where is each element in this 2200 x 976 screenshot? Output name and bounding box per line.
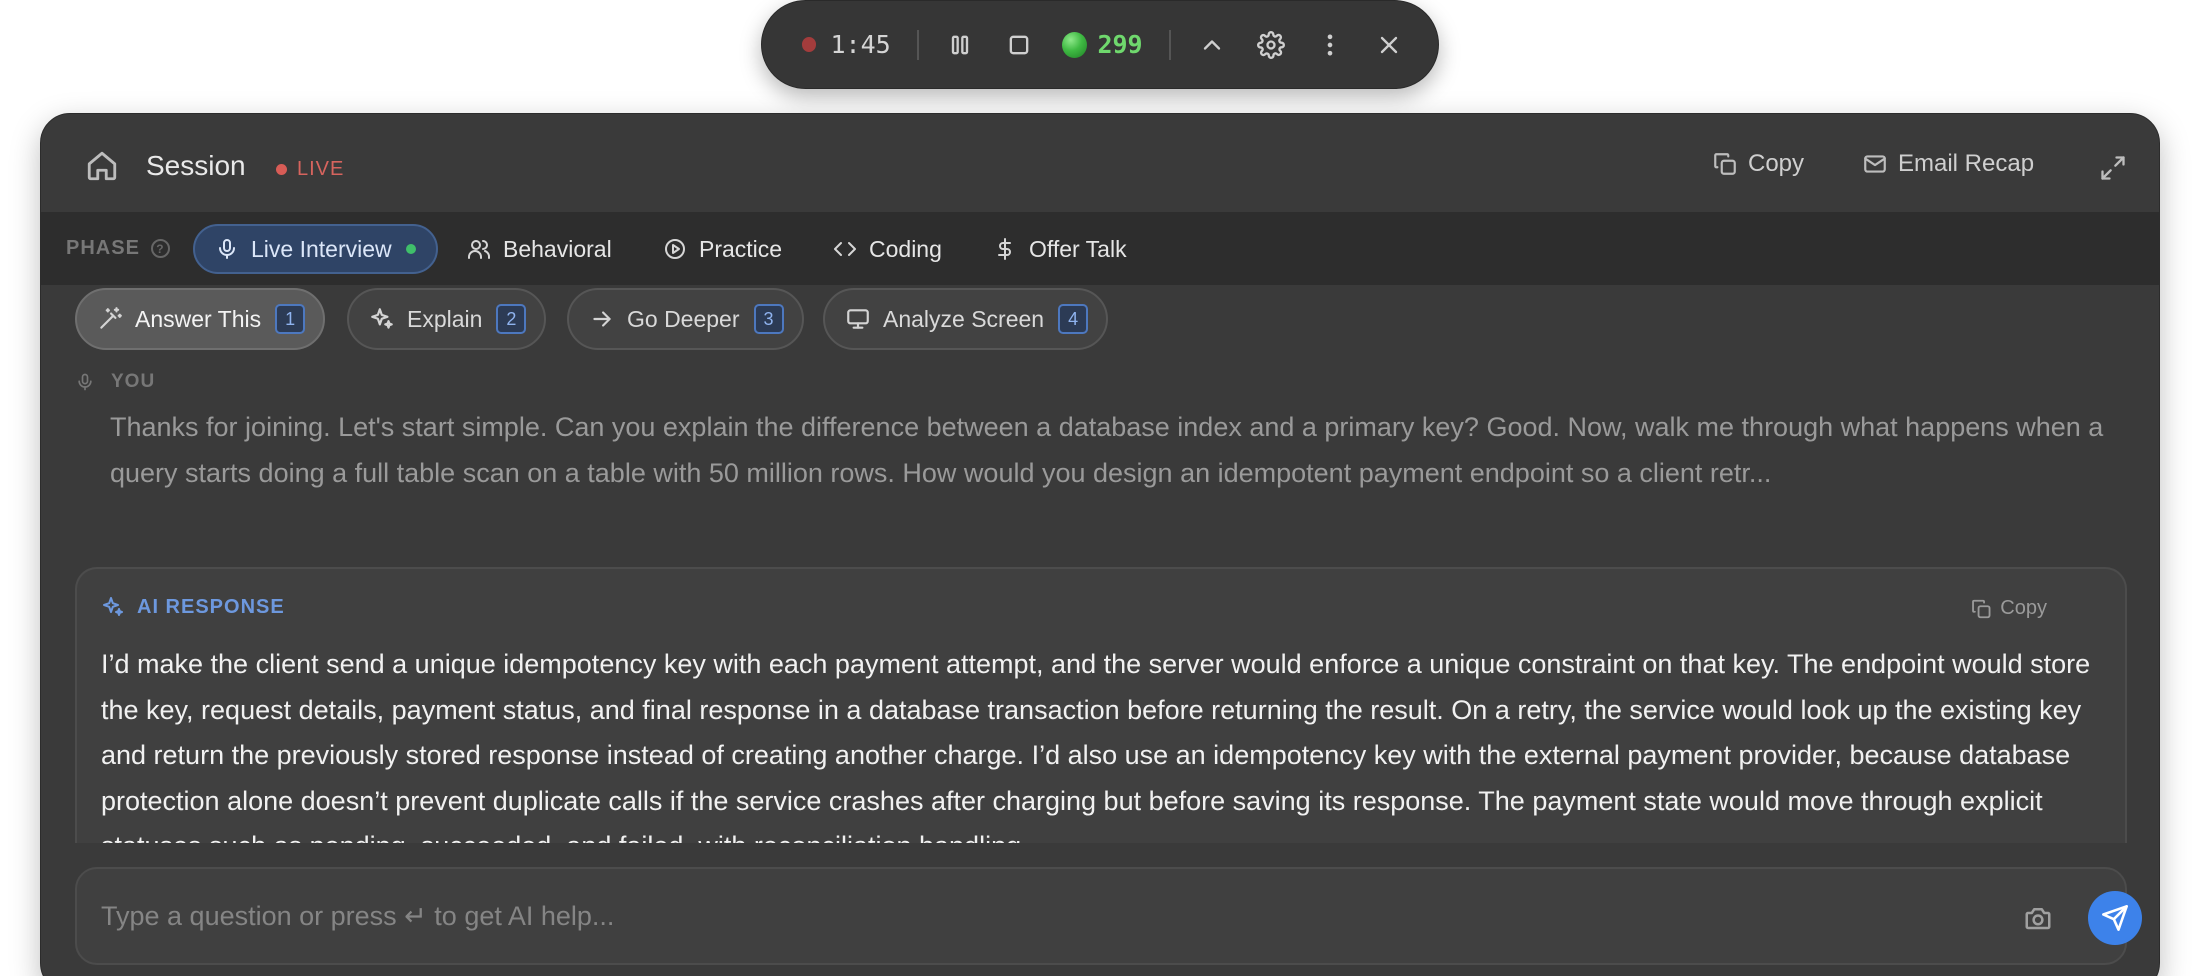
- go-deeper-button[interactable]: Go Deeper 3: [567, 288, 804, 350]
- users-icon: [468, 240, 490, 259]
- answer-this-button[interactable]: Answer This 1: [75, 288, 326, 350]
- microphone-icon: [219, 239, 235, 259]
- toolbar-divider: [916, 29, 919, 60]
- elapsed-time: 1:45: [830, 30, 891, 59]
- expand-button[interactable]: [2099, 154, 2127, 182]
- phase-label-text: PHASE: [66, 237, 140, 259]
- speaker-label: YOU: [75, 371, 155, 393]
- shortcut-badge: 4: [1058, 304, 1089, 334]
- ai-response-card: AI RESPONSE Copy I’d make the client sen…: [75, 567, 2127, 843]
- play-circle-icon: [665, 239, 685, 259]
- tab-label: Practice: [699, 235, 783, 262]
- panel-header: Session LIVE Copy Email Recap: [41, 114, 2159, 212]
- copy-response-label: Copy: [2000, 597, 2047, 619]
- answer-this-label: Answer This: [135, 305, 262, 332]
- mail-icon: [1864, 155, 1886, 173]
- tab-practice[interactable]: Practice: [663, 224, 782, 274]
- tab-label: Coding: [869, 235, 942, 262]
- live-status-text: LIVE: [297, 158, 345, 180]
- explain-label: Explain: [407, 305, 483, 332]
- composer: [75, 867, 2142, 965]
- ai-response-text: I’d make the client send a unique idempo…: [101, 649, 2091, 843]
- live-status-badge: LIVE: [276, 158, 344, 181]
- session-panel: Session LIVE Copy Email Recap PHASE ? Li…: [40, 113, 2160, 976]
- go-deeper-label: Go Deeper: [627, 305, 740, 332]
- speaker-name: YOU: [111, 371, 156, 392]
- score-counter: 299: [1097, 30, 1143, 59]
- copy-icon: [1714, 153, 1736, 175]
- home-button[interactable]: [85, 149, 119, 183]
- help-icon[interactable]: ?: [150, 239, 170, 258]
- home-icon: [87, 151, 117, 181]
- copy-session-label: Copy: [1748, 150, 1805, 177]
- shortcut-badge: 3: [753, 304, 784, 334]
- close-icon: [1380, 36, 1397, 53]
- pause-icon: [951, 35, 969, 54]
- send-icon: [2102, 905, 2128, 931]
- active-phase-dot: [405, 244, 416, 254]
- stop-button[interactable]: [1003, 29, 1034, 61]
- email-recap-label: Email Recap: [1898, 150, 2035, 177]
- monitor-icon: [847, 309, 869, 329]
- tab-label: Offer Talk: [1029, 235, 1127, 262]
- recording-indicator-dot: [802, 37, 817, 52]
- tab-label: Behavioral: [503, 235, 612, 262]
- tab-label: Live Interview: [251, 235, 392, 262]
- more-options-button[interactable]: [1314, 29, 1345, 61]
- tab-behavioral[interactable]: Behavioral: [467, 224, 612, 274]
- question-input[interactable]: [101, 891, 1981, 941]
- copy-response-button[interactable]: Copy: [1970, 597, 2047, 620]
- transcript-text: Thanks for joining. Let's start simple. …: [110, 412, 2104, 488]
- page-title: Session: [146, 150, 246, 181]
- expand-icon: [2101, 156, 2125, 180]
- sparkles-icon: [103, 597, 123, 616]
- chevron-up-icon: [1203, 39, 1221, 50]
- stop-icon: [1009, 35, 1029, 54]
- shortcut-badge: 2: [496, 304, 527, 334]
- tab-live-interview[interactable]: Live Interview: [193, 224, 438, 274]
- dollar-icon: [998, 238, 1011, 260]
- explain-button[interactable]: Explain 2: [347, 288, 547, 350]
- screenshot-button[interactable]: [2023, 903, 2053, 933]
- more-vertical-icon: [1327, 34, 1333, 56]
- camera-icon: [2025, 908, 2051, 930]
- phase-label: PHASE ?: [66, 237, 170, 260]
- email-recap-button[interactable]: Email Recap: [1862, 150, 2034, 178]
- code-icon: [834, 242, 856, 256]
- live-dot-icon: [276, 164, 287, 175]
- ai-response-label-text: AI RESPONSE: [137, 595, 285, 618]
- copy-session-button[interactable]: Copy: [1712, 150, 1804, 178]
- arrow-right-icon: [593, 311, 611, 327]
- analyze-screen-label: Analyze Screen: [883, 305, 1045, 332]
- close-button[interactable]: [1373, 29, 1404, 61]
- magic-wand-icon: [100, 307, 122, 329]
- gear-icon: [1256, 30, 1285, 59]
- tab-offer-talk[interactable]: Offer Talk: [993, 224, 1127, 274]
- sparkles-icon: [371, 308, 393, 329]
- score-orb-icon: [1062, 31, 1088, 58]
- recording-toolbar: 1:45 299: [761, 0, 1439, 89]
- microphone-icon: [78, 373, 92, 391]
- pause-button[interactable]: [945, 29, 976, 61]
- ai-response-label: AI RESPONSE: [101, 595, 285, 619]
- shortcut-badge: 1: [275, 304, 306, 334]
- collapse-button[interactable]: [1197, 29, 1228, 61]
- analyze-screen-button[interactable]: Analyze Screen 4: [823, 288, 1109, 350]
- tab-coding[interactable]: Coding: [833, 224, 942, 274]
- toolbar-divider: [1168, 29, 1171, 60]
- send-button[interactable]: [2088, 891, 2142, 945]
- settings-button[interactable]: [1255, 29, 1286, 61]
- phase-bar: PHASE ? Live Interview Behavioral Practi…: [41, 212, 2159, 285]
- copy-icon: [1972, 599, 1991, 618]
